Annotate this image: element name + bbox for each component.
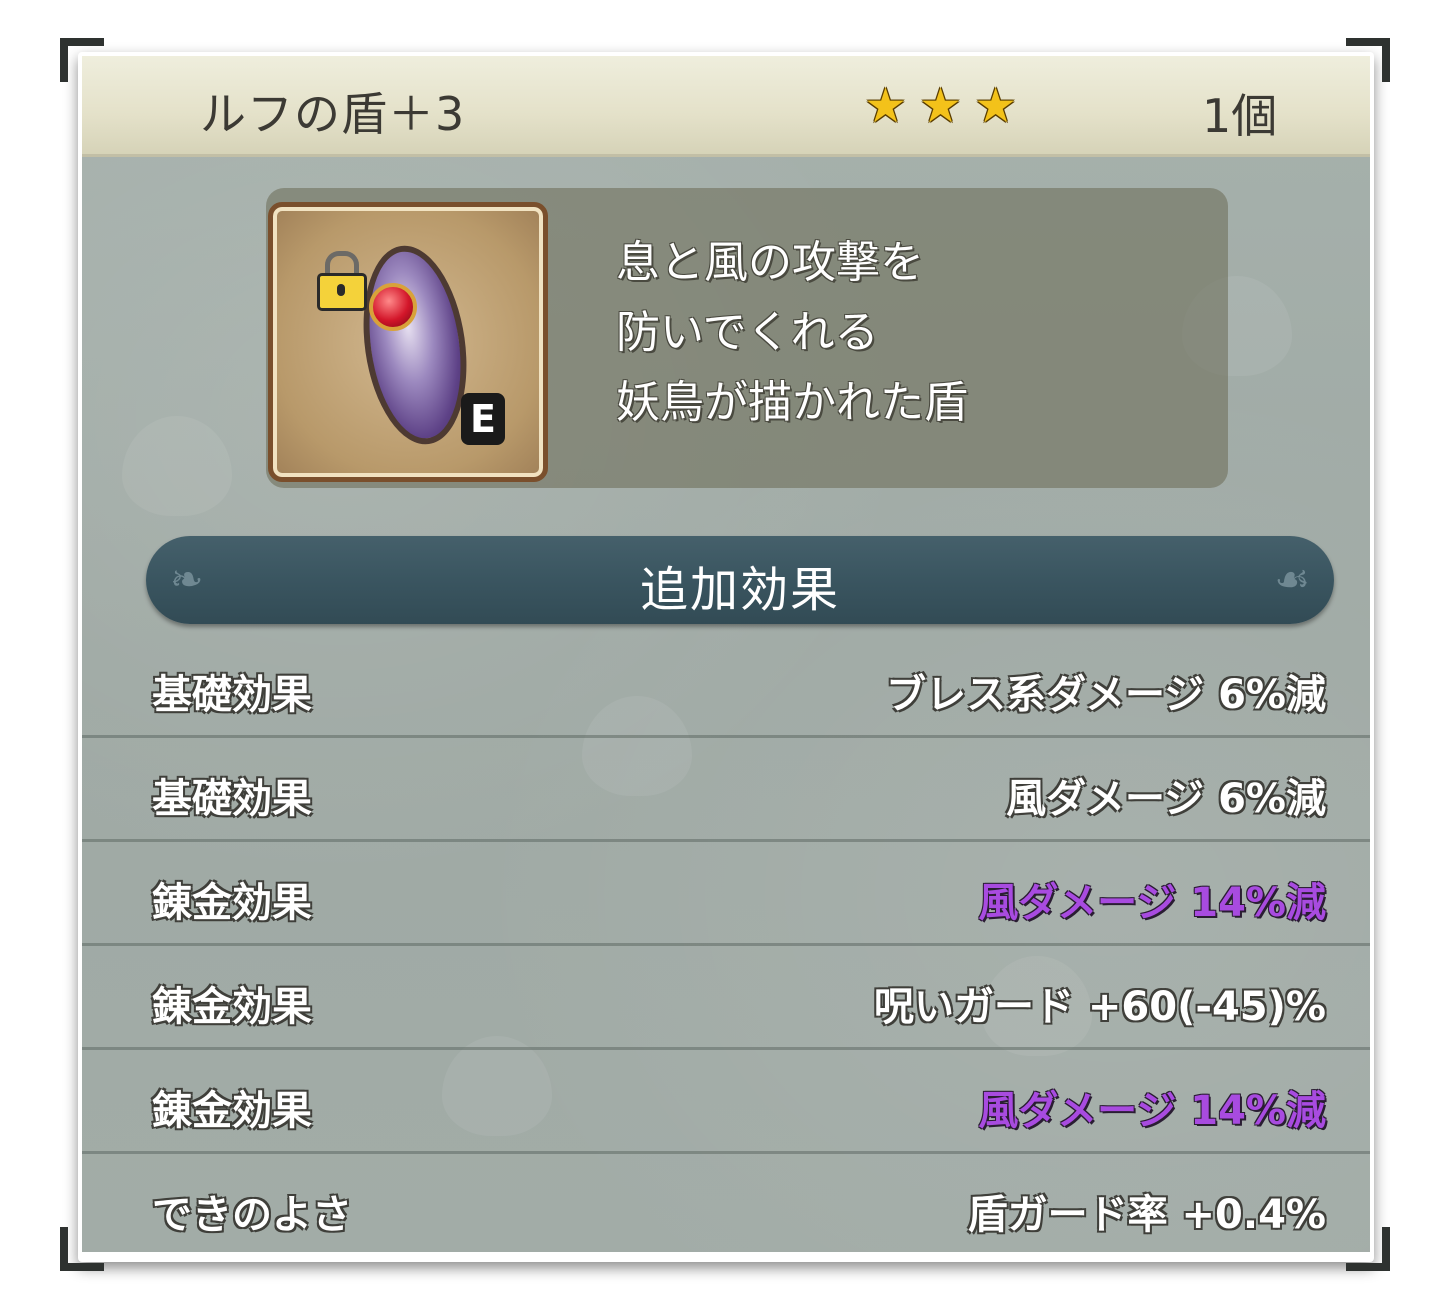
effect-label: 錬金効果 <box>152 984 312 1030</box>
lock-icon <box>317 251 367 311</box>
item-count: 1個 <box>1202 89 1278 143</box>
section-title: 追加効果 <box>639 562 840 618</box>
effect-label: 基礎効果 <box>152 776 312 822</box>
star-icon: ★ <box>919 78 963 134</box>
effect-row: 基礎効果 風ダメージ 6%減 <box>82 738 1370 842</box>
effect-value-highlighted: 風ダメージ 14%減 <box>978 880 1326 926</box>
item-detail-panel: ルフの盾＋3 ★ ★ ★ 1個 E 息と風の攻撃を 防いでくれる 妖鳥が描かれた… <box>82 56 1370 1252</box>
rarity-stars: ★ ★ ★ <box>864 82 1017 130</box>
effect-row: 錬金効果 風ダメージ 14%減 <box>82 842 1370 946</box>
effect-value: 風ダメージ 6%減 <box>1006 776 1326 822</box>
star-icon: ★ <box>864 78 908 134</box>
effect-label: 錬金効果 <box>152 1088 312 1134</box>
effects-list: 基礎効果 ブレス系ダメージ 6%減 基礎効果 風ダメージ 6%減 錬金効果 風ダ… <box>82 634 1370 1252</box>
effect-row: 基礎効果 ブレス系ダメージ 6%減 <box>82 634 1370 738</box>
item-name: ルフの盾＋3 <box>200 87 466 141</box>
equipped-badge: E <box>461 393 505 445</box>
effect-label: できのよさ <box>152 1192 352 1238</box>
ornament-right-icon: ☙ <box>1274 557 1310 603</box>
star-icon: ★ <box>974 78 1018 134</box>
background-decoration <box>122 416 232 516</box>
effect-label: 錬金効果 <box>152 880 312 926</box>
shield-gem <box>369 283 417 331</box>
effect-row: 錬金効果 呪いガード +60(-45)% <box>82 946 1370 1050</box>
item-header: ルフの盾＋3 ★ ★ ★ 1個 <box>82 56 1370 157</box>
effect-row: できのよさ 盾ガード率 +0.4% <box>82 1154 1370 1252</box>
item-icon-frame: E <box>268 202 548 482</box>
effect-row: 錬金効果 風ダメージ 14%減 <box>82 1050 1370 1154</box>
effect-value: 盾ガード率 +0.4% <box>967 1192 1326 1238</box>
effect-value: 呪いガード +60(-45)% <box>873 984 1326 1030</box>
effect-value: ブレス系ダメージ 6%減 <box>886 672 1326 718</box>
item-description: 息と風の攻撃を 防いでくれる 妖鳥が描かれた盾 <box>616 237 968 428</box>
effect-label: 基礎効果 <box>152 672 312 718</box>
shield-icon <box>351 239 479 451</box>
additional-effects-header: ❧ 追加効果 ☙ <box>146 536 1334 624</box>
effect-value-highlighted: 風ダメージ 14%減 <box>978 1088 1326 1134</box>
